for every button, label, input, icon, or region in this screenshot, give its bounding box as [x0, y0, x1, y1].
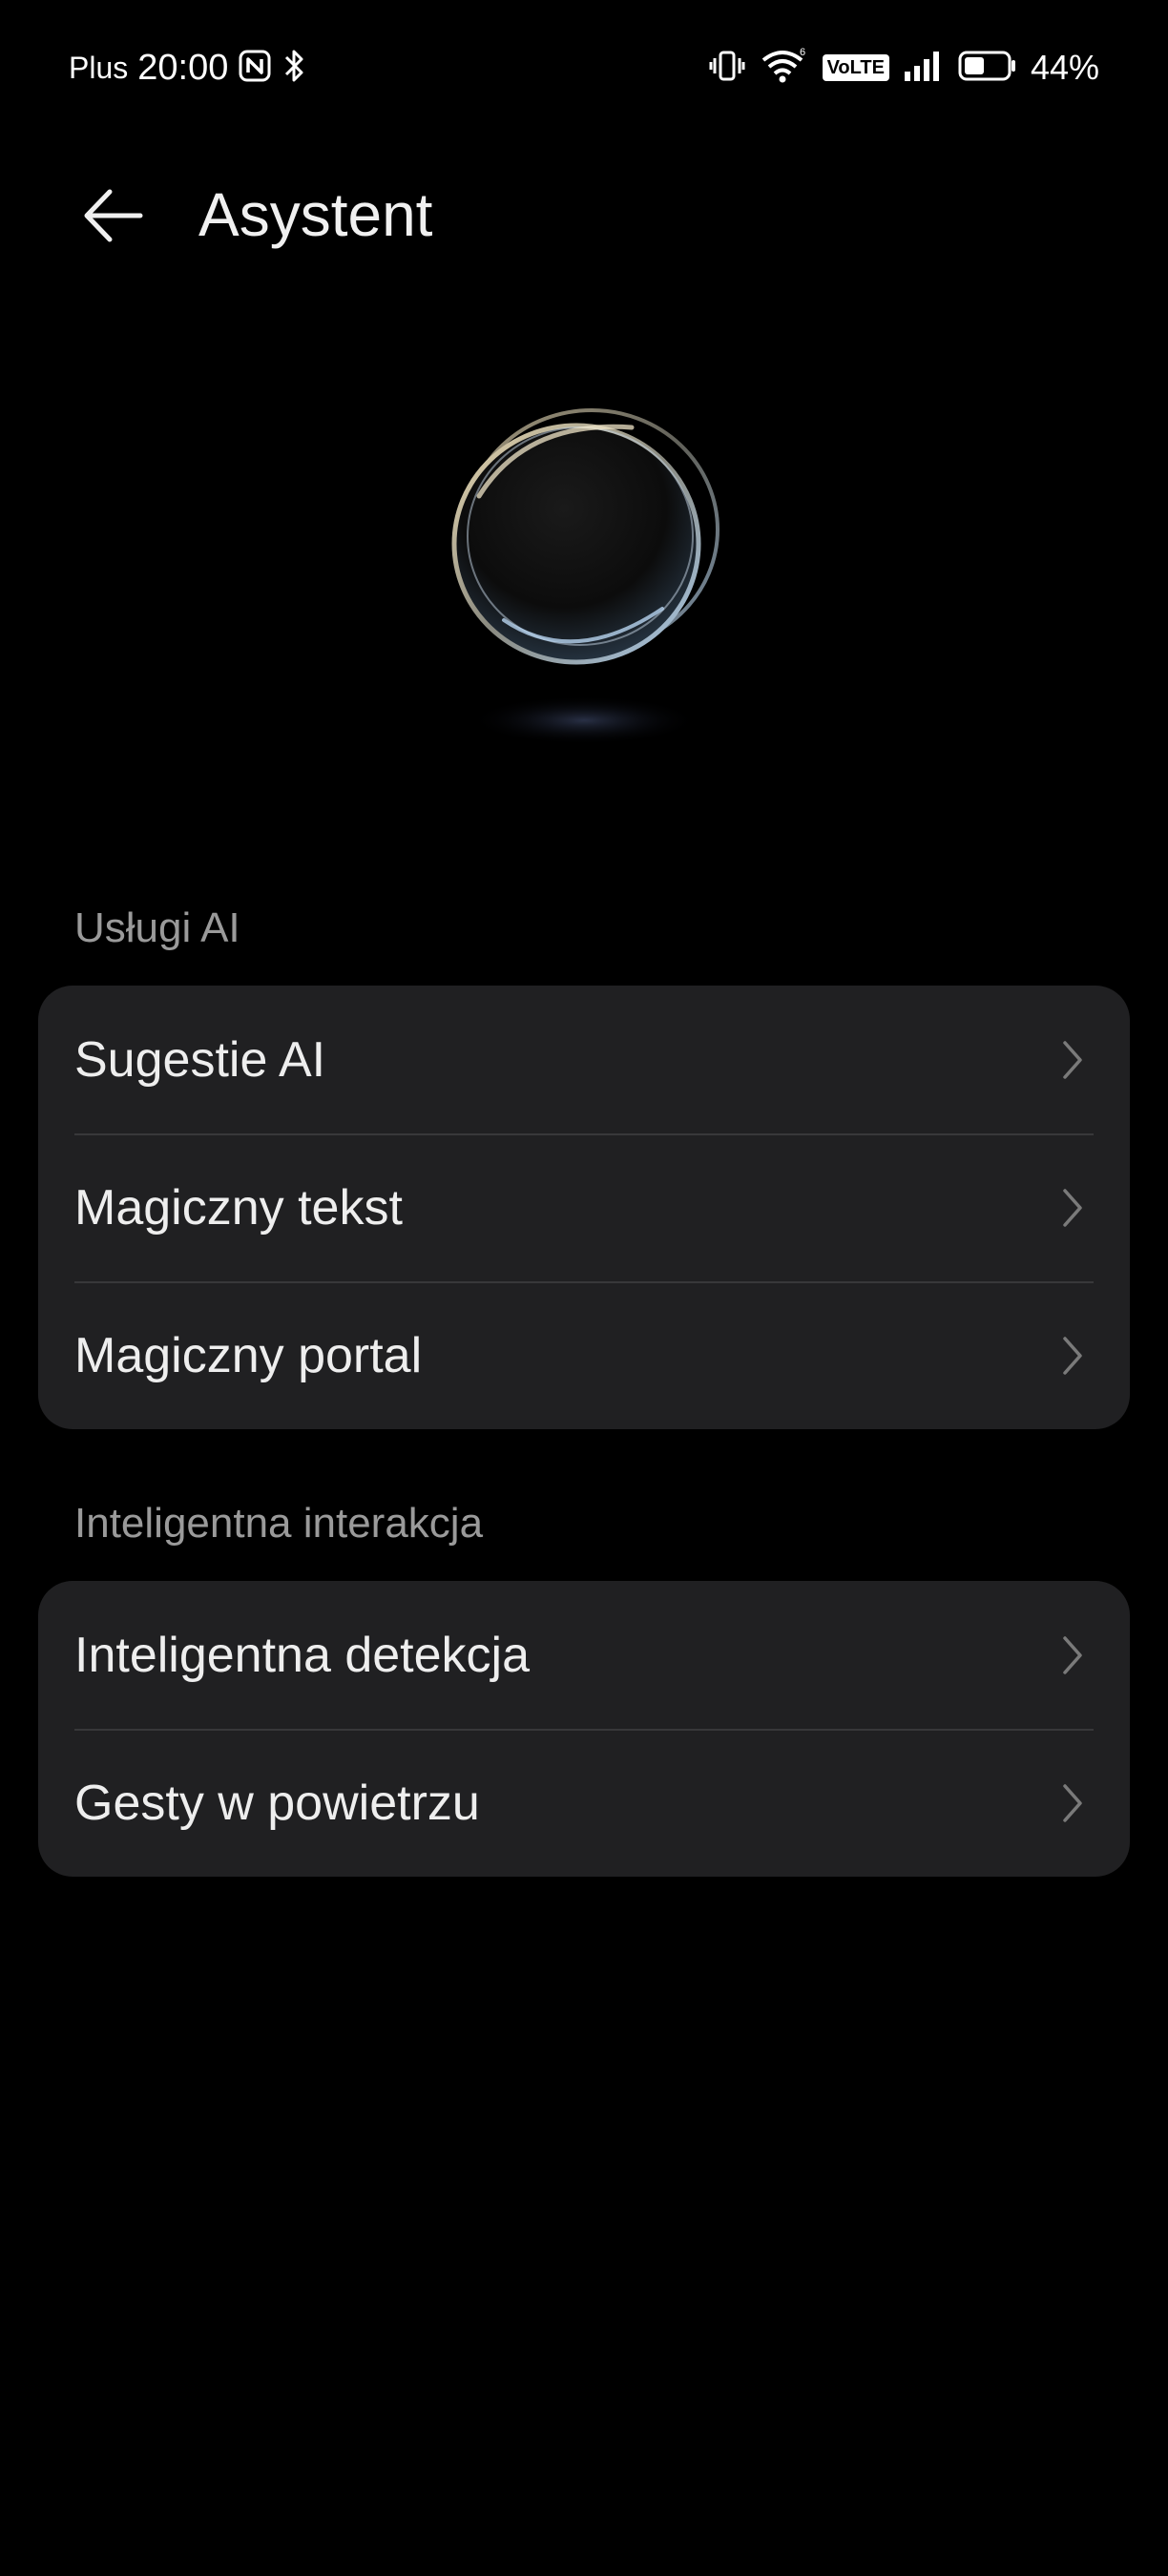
list-item-air-gestures[interactable]: Gesty w powietrzu	[38, 1729, 1130, 1877]
wifi-icon: 6	[760, 47, 809, 90]
status-bar-left: Plus 20:00	[69, 44, 308, 92]
list-item-magic-text[interactable]: Magiczny tekst	[38, 1133, 1130, 1281]
assistant-orb-illustration	[412, 382, 756, 801]
status-bar-right: 6 VoLTE 44%	[708, 44, 1099, 92]
list-item-magic-portal[interactable]: Magiczny portal	[38, 1281, 1130, 1429]
ai-services-card: Sugestie AI Magiczny tekst Magiczny port…	[38, 986, 1130, 1429]
back-button[interactable]	[67, 170, 158, 261]
battery-percent: 44%	[1030, 48, 1099, 87]
section-label-smart-interaction: Inteligentna interakcja	[74, 1500, 484, 1547]
list-item-label: Magiczny portal	[74, 1327, 423, 1383]
list-item-label: Gesty w powietrzu	[74, 1775, 480, 1831]
chevron-right-icon	[1053, 1631, 1092, 1679]
chevron-right-icon	[1053, 1332, 1092, 1380]
list-item-label: Sugestie AI	[74, 1031, 326, 1088]
volte-icon: VoLTE	[822, 54, 889, 81]
carrier-name: Plus	[69, 50, 129, 85]
chevron-right-icon	[1053, 1779, 1092, 1827]
signal-icon	[903, 49, 945, 88]
list-item-label: Magiczny tekst	[74, 1179, 403, 1236]
app-header: Asystent	[0, 153, 1168, 258]
nfc-icon	[238, 49, 272, 88]
list-item-ai-suggestions[interactable]: Sugestie AI	[38, 986, 1130, 1133]
chevron-right-icon	[1053, 1184, 1092, 1232]
chevron-right-icon	[1053, 1036, 1092, 1084]
smart-interaction-card: Inteligentna detekcja Gesty w powietrzu	[38, 1581, 1130, 1877]
arrow-left-icon	[84, 189, 143, 242]
page-title: Asystent	[198, 180, 433, 249]
battery-icon	[958, 49, 1017, 88]
svg-text:6: 6	[800, 47, 805, 58]
vibrate-icon	[708, 47, 746, 90]
status-bar: Plus 20:00 6 VoLTE 44%	[0, 0, 1168, 134]
list-item-smart-detection[interactable]: Inteligentna detekcja	[38, 1581, 1130, 1729]
list-item-label: Inteligentna detekcja	[74, 1627, 531, 1683]
bluetooth-icon	[282, 47, 308, 90]
clock: 20:00	[137, 47, 229, 88]
section-label-ai-services: Usługi AI	[74, 904, 240, 951]
